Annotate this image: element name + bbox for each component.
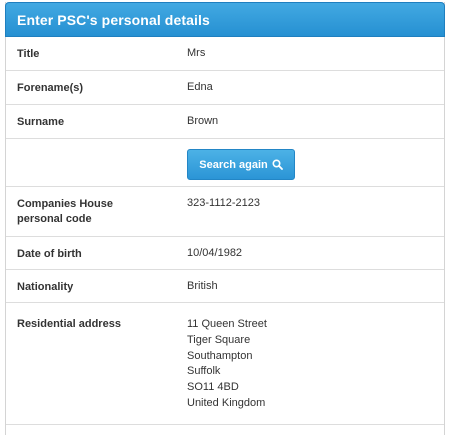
address-line: 11 Queen Street — [187, 318, 267, 330]
date-of-birth-label: Date of birth — [17, 248, 82, 260]
date-of-birth-value: 10/04/1982 — [187, 247, 243, 259]
address-line: SO11 4BD — [187, 381, 239, 394]
residential-address-row: Residential address 11 Queen Street Tige… — [6, 303, 444, 425]
surname-row: Surname Brown — [6, 105, 444, 139]
personal-code-label-line1: Companies House — [17, 198, 113, 210]
address-line: United Kingdom — [187, 396, 266, 409]
search-again-button[interactable]: Search again — [187, 149, 295, 180]
title-value: Mrs — [187, 47, 206, 59]
forename-label: Forename(s) — [17, 82, 84, 94]
address-line: Tiger Square — [187, 333, 251, 346]
personal-code-label-line2: personal code — [17, 213, 92, 225]
nationality-label: Nationality — [17, 281, 74, 293]
search-row: Search again — [6, 139, 444, 187]
search-again-label: Search again — [199, 158, 268, 171]
forename-row: Forename(s) Edna — [6, 71, 444, 105]
forename-value: Edna — [187, 81, 213, 93]
personal-code-row: Companies House personal code 323-1112-2… — [6, 187, 444, 237]
residential-address-value: 11 Queen Street Tiger Square Southampton… — [187, 317, 267, 412]
nationality-row: Nationality British — [6, 270, 444, 303]
nationality-value: British — [187, 280, 218, 292]
date-of-birth-row: Date of birth 10/04/1982 — [6, 237, 444, 270]
personal-code-value: 323-1112-2123 — [187, 197, 260, 209]
surname-value: Brown — [187, 115, 219, 127]
personal-code-label: Companies House personal code — [17, 197, 113, 227]
panel-header: Enter PSC's personal details — [5, 2, 445, 37]
panel-title: Enter PSC's personal details — [17, 11, 210, 28]
address-line: Suffolk — [187, 365, 221, 378]
title-label: Title — [17, 48, 40, 60]
surname-label: Surname — [17, 116, 65, 128]
title-row: Title Mrs — [6, 37, 444, 71]
address-line: Southampton — [187, 349, 253, 362]
residential-address-label: Residential address — [17, 318, 121, 330]
personal-details-panel: Enter PSC's personal details Title Mrs F… — [5, 2, 445, 435]
search-icon — [272, 159, 283, 170]
